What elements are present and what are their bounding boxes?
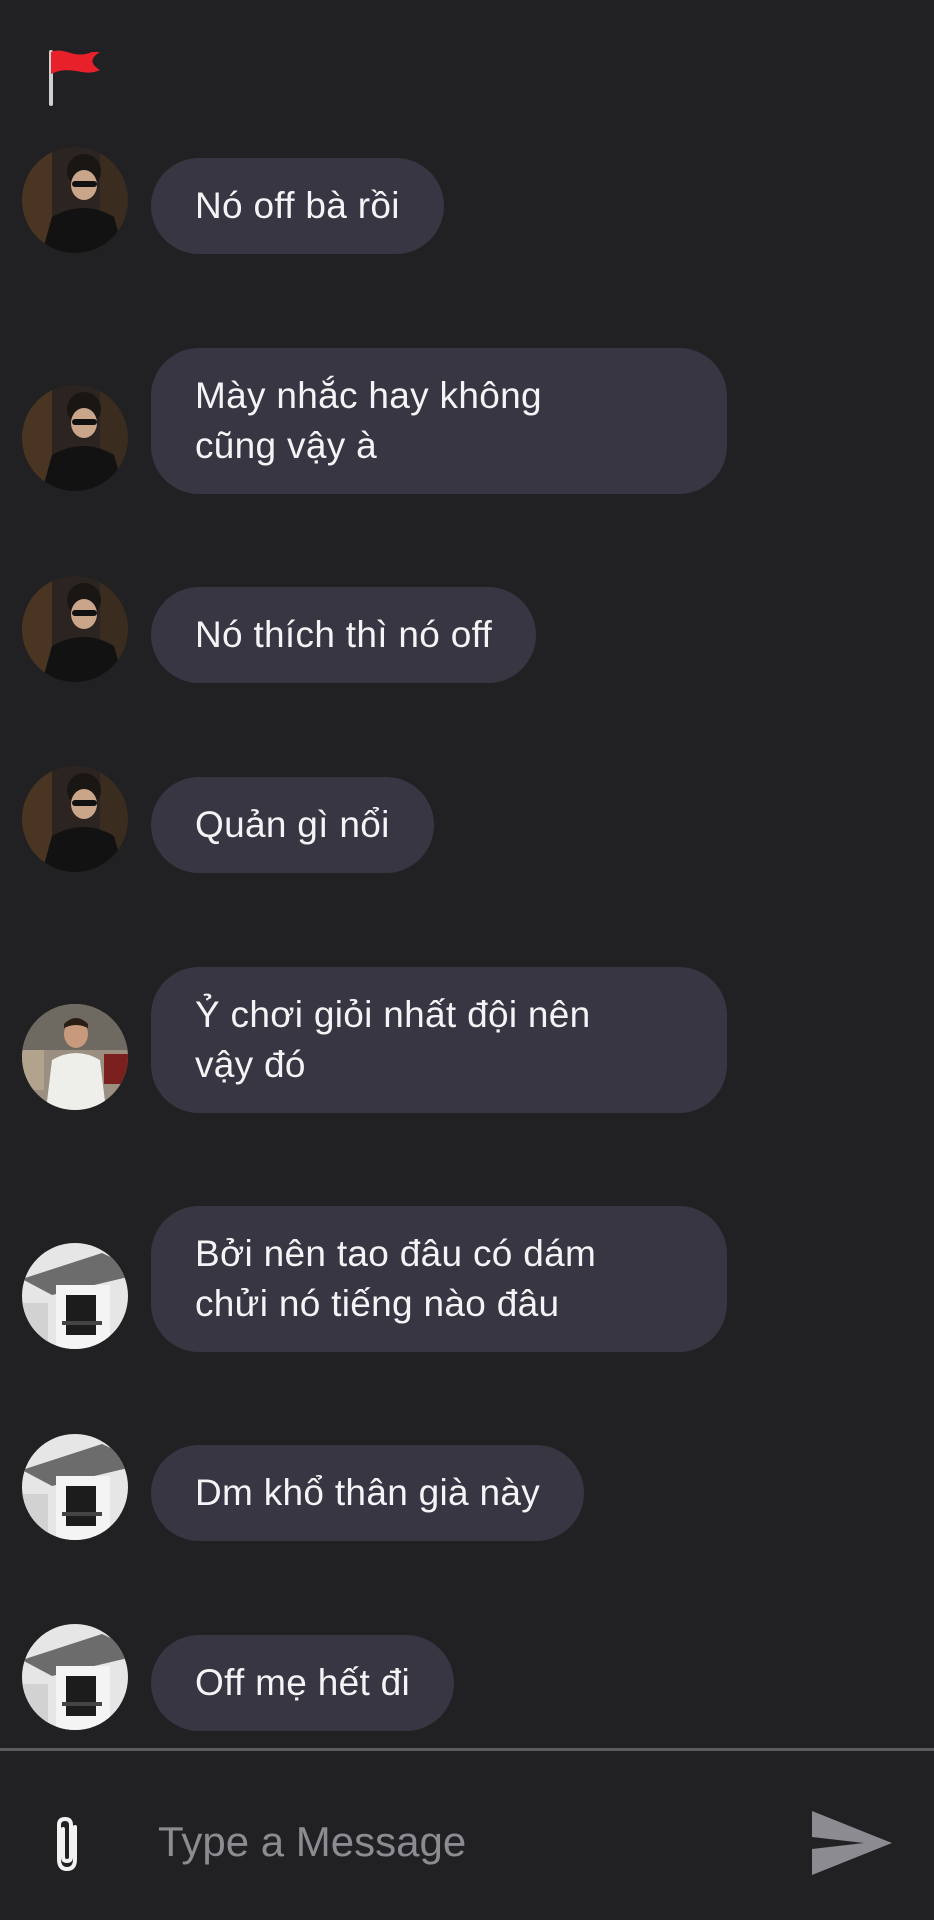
avatar-balcony[interactable] [22, 1624, 128, 1730]
send-icon[interactable] [808, 1805, 894, 1881]
avatar-sunglasses[interactable] [22, 385, 128, 491]
message-bubble[interactable]: Off mẹ hết đi [151, 1635, 455, 1731]
message-bubble[interactable]: Nó thích thì nó off [151, 587, 537, 683]
message-bubble[interactable]: Bởi nên tao đâu có dám chửi nó tiếng nào… [151, 1206, 727, 1352]
message-bubble[interactable]: Nó off bà rồi [151, 158, 444, 254]
avatar-sunglasses[interactable] [22, 766, 128, 872]
avatar-balcony[interactable] [22, 1243, 128, 1349]
message-bubble[interactable]: Quản gì nổi [151, 777, 434, 873]
avatar-balcony[interactable] [22, 1434, 128, 1540]
message-input[interactable] [156, 1803, 780, 1881]
avatar-sunglasses[interactable] [22, 147, 128, 253]
avatar-white-shirt[interactable] [22, 1004, 128, 1110]
message-list[interactable]: Nó off bà rồi Mày nhắc hay không cũng vậ… [0, 0, 934, 1748]
avatar-sunglasses[interactable] [22, 576, 128, 682]
message-bubble[interactable]: Mày nhắc hay không cũng vậy à [151, 348, 727, 494]
message-bubble[interactable]: Ỷ chơi giỏi nhất đội nên vậy đó [151, 967, 727, 1113]
paperclip-icon[interactable] [48, 1813, 86, 1875]
message-composer [0, 1751, 934, 1920]
message-bubble[interactable]: Dm khổ thân già này [151, 1445, 585, 1541]
